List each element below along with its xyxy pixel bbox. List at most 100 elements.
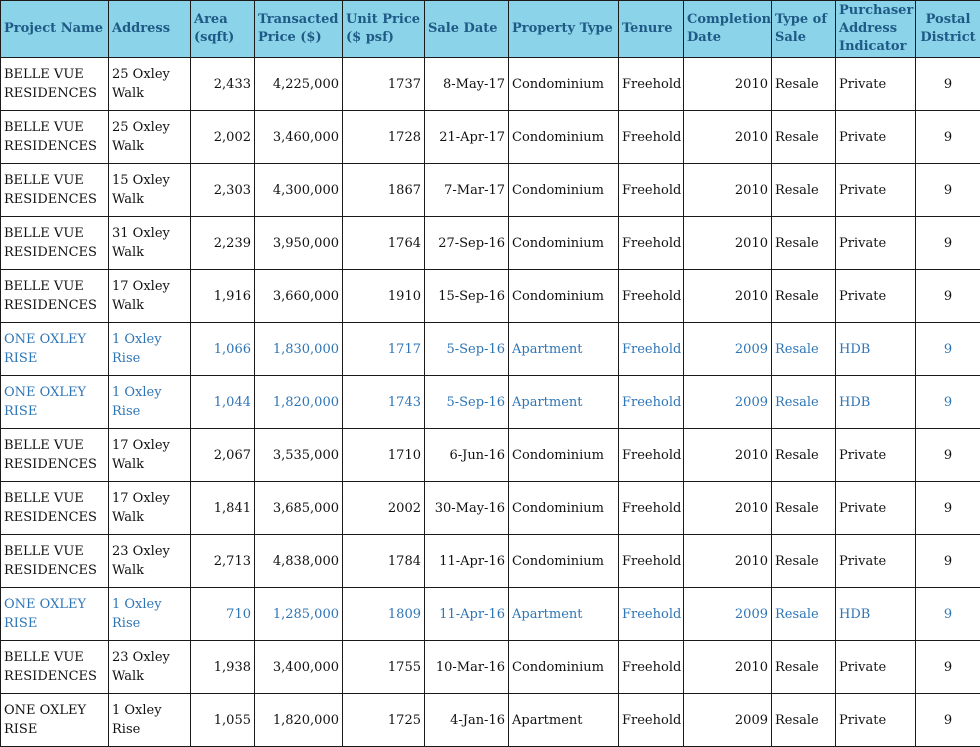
cell-area: 1,044 bbox=[190, 375, 255, 429]
col-header-tenure[interactable]: Tenure bbox=[618, 0, 684, 58]
cell-sale-date: 27-Sep-16 bbox=[424, 216, 509, 270]
cell-sale-type: Resale bbox=[771, 163, 836, 217]
cell-district: 9 bbox=[915, 640, 980, 694]
cell-purchaser: HDB bbox=[835, 322, 916, 376]
cell-project: BELLE VUE RESIDENCES bbox=[0, 534, 109, 588]
cell-area: 2,239 bbox=[190, 216, 255, 270]
col-header-unit-price[interactable]: Unit Price ($ psf) bbox=[342, 0, 425, 58]
table-row[interactable]: BELLE VUE RESIDENCES 23 Oxley Walk 2,713 4,… bbox=[0, 534, 980, 588]
cell-sale-date: 21-Apr-17 bbox=[424, 110, 509, 164]
col-header-postal-district[interactable]: Postal District bbox=[915, 0, 980, 58]
cell-property-type: Condominium bbox=[508, 163, 619, 217]
table-row[interactable]: ONE OXLEY RISE 1 Oxley Rise 1,044 1,820,000… bbox=[0, 375, 980, 429]
cell-tenure: Freehold bbox=[618, 587, 684, 641]
cell-unit-price: 2002 bbox=[342, 481, 425, 535]
table-row[interactable]: ONE OXLEY RISE 1 Oxley Rise 1,055 1,820,000… bbox=[0, 693, 980, 747]
cell-unit-price: 1910 bbox=[342, 269, 425, 323]
table-row[interactable]: BELLE VUE RESIDENCES 15 Oxley Walk 2,303 4,… bbox=[0, 163, 980, 217]
cell-completion: 2010 bbox=[683, 163, 772, 217]
cell-completion: 2010 bbox=[683, 216, 772, 270]
col-header-address[interactable]: Address bbox=[108, 0, 191, 58]
cell-property-type: Condominium bbox=[508, 640, 619, 694]
cell-sale-date: 11-Apr-16 bbox=[424, 587, 509, 641]
cell-completion: 2010 bbox=[683, 640, 772, 694]
cell-district: 9 bbox=[915, 693, 980, 747]
cell-completion: 2010 bbox=[683, 269, 772, 323]
col-header-type-of-sale[interactable]: Type of Sale bbox=[771, 0, 836, 58]
cell-unit-price: 1710 bbox=[342, 428, 425, 482]
cell-area: 2,067 bbox=[190, 428, 255, 482]
cell-tenure: Freehold bbox=[618, 534, 684, 588]
cell-sale-date: 30-May-16 bbox=[424, 481, 509, 535]
cell-area: 1,938 bbox=[190, 640, 255, 694]
table-row[interactable]: BELLE VUE RESIDENCES 23 Oxley Walk 1,938 3,… bbox=[0, 640, 980, 694]
cell-area: 1,916 bbox=[190, 269, 255, 323]
col-header-purchaser-address-indicator[interactable]: Purchaser Address Indicator bbox=[835, 0, 916, 58]
cell-area: 2,303 bbox=[190, 163, 255, 217]
cell-address: 31 Oxley Walk bbox=[108, 216, 191, 270]
cell-sale-type: Resale bbox=[771, 322, 836, 376]
cell-district: 9 bbox=[915, 481, 980, 535]
cell-unit-price: 1784 bbox=[342, 534, 425, 588]
cell-sale-type: Resale bbox=[771, 428, 836, 482]
cell-district: 9 bbox=[915, 375, 980, 429]
table-row[interactable]: ONE OXLEY RISE 1 Oxley Rise 1,066 1,830,000… bbox=[0, 322, 980, 376]
cell-property-type: Apartment bbox=[508, 693, 619, 747]
col-header-completion-date[interactable]: Completion Date bbox=[683, 0, 772, 58]
cell-district: 9 bbox=[915, 534, 980, 588]
cell-district: 9 bbox=[915, 110, 980, 164]
cell-completion: 2009 bbox=[683, 693, 772, 747]
table-row[interactable]: BELLE VUE RESIDENCES 17 Oxley Walk 1,841 3,… bbox=[0, 481, 980, 535]
col-header-transacted-price[interactable]: Transacted Price ($) bbox=[254, 0, 343, 58]
cell-purchaser: Private bbox=[835, 163, 916, 217]
cell-price: 1,820,000 bbox=[254, 375, 343, 429]
cell-unit-price: 1717 bbox=[342, 322, 425, 376]
cell-area: 2,433 bbox=[190, 57, 255, 111]
cell-tenure: Freehold bbox=[618, 481, 684, 535]
cell-sale-date: 11-Apr-16 bbox=[424, 534, 509, 588]
cell-unit-price: 1755 bbox=[342, 640, 425, 694]
cell-sale-date: 7-Mar-17 bbox=[424, 163, 509, 217]
cell-unit-price: 1867 bbox=[342, 163, 425, 217]
cell-purchaser: HDB bbox=[835, 587, 916, 641]
cell-purchaser: HDB bbox=[835, 375, 916, 429]
cell-property-type: Condominium bbox=[508, 481, 619, 535]
cell-purchaser: Private bbox=[835, 57, 916, 111]
cell-purchaser: Private bbox=[835, 269, 916, 323]
col-header-area[interactable]: Area (sqft) bbox=[190, 0, 255, 58]
table-row[interactable]: BELLE VUE RESIDENCES 31 Oxley Walk 2,239 3,… bbox=[0, 216, 980, 270]
cell-property-type: Condominium bbox=[508, 269, 619, 323]
col-header-project-name[interactable]: Project Name bbox=[0, 0, 109, 58]
cell-project: ONE OXLEY RISE bbox=[0, 693, 109, 747]
cell-tenure: Freehold bbox=[618, 57, 684, 111]
cell-completion: 2009 bbox=[683, 322, 772, 376]
cell-district: 9 bbox=[915, 269, 980, 323]
table-row[interactable]: ONE OXLEY RISE 1 Oxley Rise 710 1,285,000 18… bbox=[0, 587, 980, 641]
cell-property-type: Condominium bbox=[508, 57, 619, 111]
cell-property-type: Apartment bbox=[508, 322, 619, 376]
cell-project: BELLE VUE RESIDENCES bbox=[0, 57, 109, 111]
cell-completion: 2010 bbox=[683, 481, 772, 535]
cell-area: 1,055 bbox=[190, 693, 255, 747]
cell-completion: 2010 bbox=[683, 110, 772, 164]
cell-address: 17 Oxley Walk bbox=[108, 481, 191, 535]
cell-area: 1,841 bbox=[190, 481, 255, 535]
col-header-sale-date[interactable]: Sale Date bbox=[424, 0, 509, 58]
cell-unit-price: 1725 bbox=[342, 693, 425, 747]
cell-completion: 2010 bbox=[683, 57, 772, 111]
cell-tenure: Freehold bbox=[618, 322, 684, 376]
table-row[interactable]: BELLE VUE RESIDENCES 17 Oxley Walk 1,916 3,… bbox=[0, 269, 980, 323]
cell-purchaser: Private bbox=[835, 110, 916, 164]
cell-address: 15 Oxley Walk bbox=[108, 163, 191, 217]
cell-purchaser: Private bbox=[835, 640, 916, 694]
cell-sale-type: Resale bbox=[771, 534, 836, 588]
col-header-property-type[interactable]: Property Type bbox=[508, 0, 619, 58]
table-row[interactable]: BELLE VUE RESIDENCES 25 Oxley Walk 2,433 4,… bbox=[0, 57, 980, 111]
cell-tenure: Freehold bbox=[618, 216, 684, 270]
cell-district: 9 bbox=[915, 428, 980, 482]
cell-sale-date: 8-May-17 bbox=[424, 57, 509, 111]
table-row[interactable]: BELLE VUE RESIDENCES 17 Oxley Walk 2,067 3,… bbox=[0, 428, 980, 482]
table-row[interactable]: BELLE VUE RESIDENCES 25 Oxley Walk 2,002 3,… bbox=[0, 110, 980, 164]
cell-area: 2,713 bbox=[190, 534, 255, 588]
transactions-table: Project Name Address Area (sqft) Transac… bbox=[0, 0, 980, 747]
